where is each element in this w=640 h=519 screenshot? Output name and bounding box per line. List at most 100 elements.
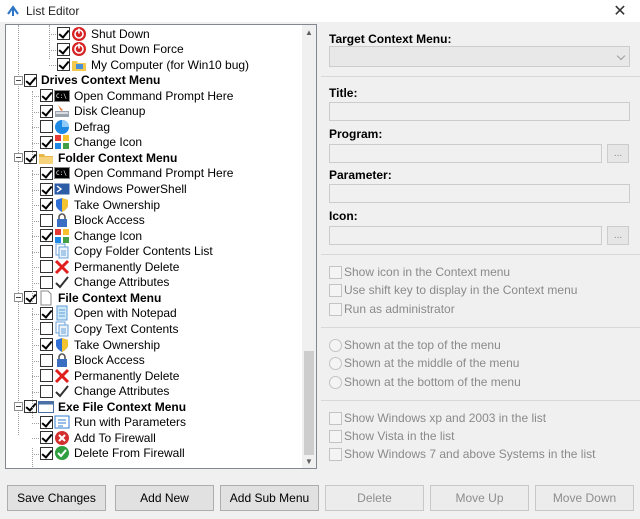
collapse-toggle-icon[interactable] [14, 402, 23, 412]
tree-item[interactable]: Copy Text Contents [40, 321, 179, 337]
item-checkbox[interactable] [40, 260, 53, 274]
add-sub-menu-button[interactable]: Add Sub Menu [220, 485, 319, 511]
show-vista-checkbox[interactable]: Show Vista in the list [329, 429, 455, 443]
tree-item-label: Disk Cleanup [74, 104, 146, 119]
tree-item[interactable]: Delete From Firewall [40, 446, 185, 461]
tree-item[interactable]: Run with Parameters [40, 415, 186, 430]
item-checkbox[interactable] [40, 229, 53, 243]
tree-item[interactable]: Change Attributes [40, 275, 169, 290]
item-checkbox[interactable] [40, 384, 53, 398]
item-checkbox[interactable] [40, 338, 53, 351]
item-checkbox[interactable] [57, 27, 70, 40]
tree-group-node[interactable]: File Context Menu [24, 290, 161, 306]
collapse-toggle-icon[interactable] [14, 153, 23, 163]
tree-item[interactable]: My Computer (for Win10 bug) [57, 57, 249, 72]
move-down-button[interactable]: Move Down [535, 485, 634, 511]
tree-item[interactable]: Disk Cleanup [40, 104, 145, 119]
tree-item[interactable]: Take Ownership [40, 337, 160, 352]
scroll-down-arrow-icon[interactable]: ▼ [302, 454, 316, 468]
item-checkbox[interactable] [40, 166, 53, 180]
svg-text:C:\: C:\ [56, 93, 67, 100]
context-menu-tree[interactable]: Shut Down Shut Down Force My Computer (for… [5, 24, 317, 469]
tree-item[interactable]: C:\ Open Command Prompt Here [40, 166, 233, 181]
scroll-up-arrow-icon[interactable]: ▲ [302, 25, 316, 39]
collapse-toggle-icon[interactable] [14, 75, 23, 85]
position-middle-radio[interactable]: Shown at the middle of the menu [329, 356, 519, 370]
item-checkbox[interactable] [40, 431, 53, 445]
program-field[interactable] [329, 144, 602, 163]
run-params-icon [54, 414, 70, 430]
position-bottom-radio[interactable]: Shown at the bottom of the menu [329, 375, 521, 389]
add-new-button[interactable]: Add New [115, 485, 214, 511]
tree-item[interactable]: Add To Firewall [40, 430, 156, 445]
tree-scrollbar[interactable]: ▲ ▼ [302, 25, 316, 468]
tree-item[interactable]: Change Icon [40, 135, 142, 150]
tree-item[interactable]: Permanently Delete [40, 368, 179, 383]
tree-line [49, 65, 56, 67]
tree-item[interactable]: Block Access [40, 213, 145, 228]
item-checkbox[interactable] [24, 291, 37, 305]
tree-line [32, 267, 39, 269]
item-checkbox[interactable] [40, 104, 53, 118]
tree-item[interactable]: Take Ownership [40, 197, 160, 212]
tree-item[interactable]: Open with Notepad [40, 305, 177, 321]
change-icon-icon [54, 228, 70, 244]
title-field[interactable] [329, 102, 630, 121]
item-checkbox[interactable] [40, 120, 53, 134]
tree-item[interactable]: Change Icon [40, 228, 142, 243]
tree-item[interactable]: Defrag [40, 119, 110, 134]
item-checkbox[interactable] [40, 369, 53, 383]
icon-field[interactable] [329, 226, 602, 245]
item-checkbox[interactable] [40, 213, 53, 227]
collapse-toggle-icon[interactable] [14, 293, 23, 303]
item-checkbox[interactable] [24, 400, 37, 414]
shift-key-checkbox[interactable]: Use shift key to display in the Context … [329, 283, 577, 297]
checkbox-box [329, 411, 342, 425]
tree-item[interactable]: Permanently Delete [40, 259, 179, 274]
tree-item-label: Open Command Prompt Here [74, 166, 234, 181]
item-checkbox[interactable] [40, 322, 53, 336]
item-checkbox[interactable] [40, 89, 53, 103]
item-checkbox[interactable] [40, 135, 53, 149]
item-checkbox[interactable] [24, 73, 37, 87]
run-as-admin-checkbox[interactable]: Run as administrator [329, 302, 455, 316]
tree-item[interactable]: Copy Folder Contents List [40, 243, 213, 259]
position-top-radio[interactable]: Shown at the top of the menu [329, 338, 501, 352]
tree-item[interactable]: Windows PowerShell [40, 182, 187, 197]
item-checkbox[interactable] [40, 306, 53, 320]
item-checkbox[interactable] [57, 58, 70, 72]
tree-group-node[interactable]: Drives Context Menu [24, 73, 160, 88]
scroll-thumb[interactable] [304, 351, 314, 455]
item-checkbox[interactable] [57, 42, 70, 56]
item-checkbox[interactable] [40, 182, 53, 196]
show-win7-checkbox[interactable]: Show Windows 7 and above Systems in the … [329, 447, 595, 461]
save-changes-button[interactable]: Save Changes [7, 485, 106, 511]
svg-text:C:\: C:\ [56, 170, 67, 177]
tree-item[interactable]: C:\ Open Command Prompt Here [40, 88, 233, 103]
delete-button[interactable]: Delete [325, 485, 424, 511]
show-xp-checkbox[interactable]: Show Windows xp and 2003 in the list [329, 411, 546, 425]
tree-item[interactable]: Shut Down [57, 26, 150, 41]
item-checkbox[interactable] [40, 198, 53, 212]
tree-group-node[interactable]: Folder Context Menu [24, 150, 177, 165]
item-checkbox[interactable] [40, 415, 53, 429]
tree-group-node[interactable]: Exe File Context Menu [24, 399, 186, 414]
tree-item[interactable]: Block Access [40, 353, 145, 368]
close-button[interactable]: ✕ [600, 0, 640, 22]
item-checkbox[interactable] [40, 353, 53, 367]
item-checkbox[interactable] [24, 151, 37, 165]
show-icon-checkbox[interactable]: Show icon in the Context menu [329, 265, 510, 279]
program-browse-button[interactable]: ... [607, 144, 629, 163]
item-checkbox[interactable] [40, 446, 53, 460]
tree-item[interactable]: Change Attributes [40, 384, 169, 399]
tree-item[interactable]: Shut Down Force [57, 42, 184, 57]
icon-browse-button[interactable]: ... [607, 226, 629, 245]
parameter-field[interactable] [329, 184, 630, 203]
move-up-button[interactable]: Move Up [430, 485, 529, 511]
tree-item-label: Windows PowerShell [74, 182, 187, 196]
tree-line [32, 189, 39, 191]
item-checkbox[interactable] [40, 244, 53, 258]
item-checkbox[interactable] [40, 275, 53, 289]
tree-line [32, 205, 39, 207]
target-menu-select[interactable] [329, 46, 630, 67]
